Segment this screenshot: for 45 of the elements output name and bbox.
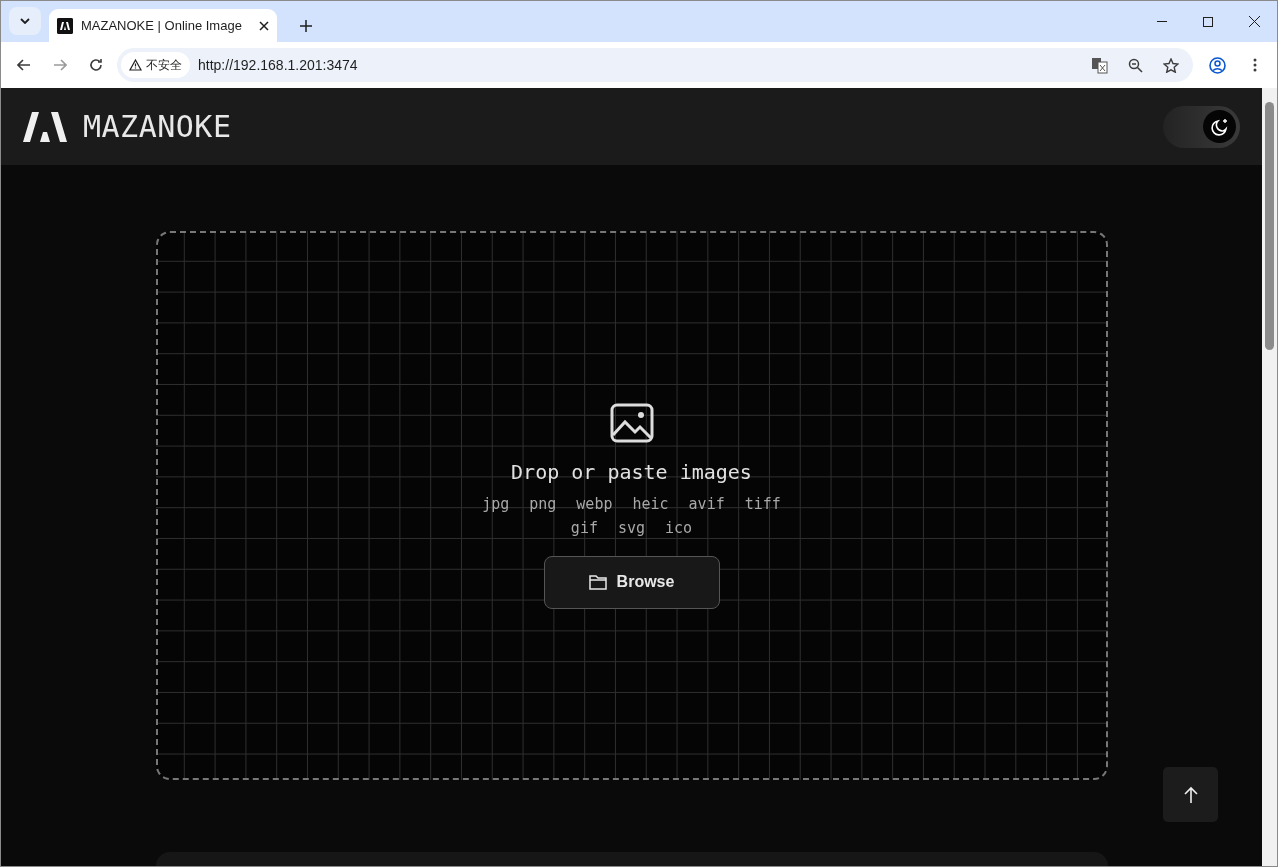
tab-title: MAZANOKE | Online Image — [81, 16, 242, 35]
more-vertical-icon — [1253, 58, 1257, 72]
moon-icon — [1210, 117, 1229, 136]
chevron-down-icon — [20, 18, 30, 24]
dropzone-title: Drop or paste images — [511, 458, 752, 486]
reload-icon — [89, 58, 103, 72]
close-tab-button[interactable] — [259, 20, 269, 31]
browse-button[interactable]: Browse — [543, 555, 720, 609]
app-logo-text: MAZANOKE — [83, 108, 232, 146]
url-text: http://192.168.1.201:3474 — [198, 55, 359, 75]
arrow-left-icon — [17, 59, 31, 71]
close-icon — [259, 20, 269, 31]
close-icon — [1248, 16, 1260, 27]
format-label: png — [529, 493, 557, 515]
folder-icon — [588, 574, 607, 590]
format-label: avif — [688, 493, 725, 515]
scrollbar-thumb[interactable] — [1265, 102, 1274, 350]
format-label: heic — [632, 493, 669, 515]
star-icon — [1163, 57, 1179, 73]
format-label: jpg — [482, 493, 510, 515]
site-favicon-icon — [57, 17, 73, 34]
format-label: gif — [570, 518, 598, 539]
tab-list-button[interactable] — [9, 7, 41, 35]
zoom-out-icon — [1127, 57, 1143, 73]
browser-tab[interactable]: MAZANOKE | Online Image — [49, 9, 277, 42]
format-label: svg — [617, 518, 646, 539]
plus-icon — [300, 19, 312, 32]
address-bar[interactable]: 不安全 http://192.168.1.201:3474 — [117, 48, 1193, 82]
image-icon — [609, 402, 654, 443]
maximize-icon — [1203, 16, 1213, 27]
translate-icon — [1090, 56, 1108, 74]
minimize-icon — [1157, 21, 1167, 22]
scrollbar[interactable] — [1262, 88, 1277, 866]
format-label: ico — [665, 518, 693, 539]
security-chip[interactable]: 不安全 — [121, 52, 190, 78]
dropzone[interactable]: Drop or paste images jpg png webp heic avif tiff gif svg ico Browse — [155, 231, 1108, 780]
arrow-right-icon — [53, 59, 67, 71]
format-label: tiff — [744, 493, 781, 515]
arrow-up-icon — [1183, 786, 1198, 803]
scroll-to-top-button[interactable] — [1163, 767, 1218, 822]
logo-icon — [23, 111, 67, 142]
warning-icon — [129, 59, 142, 71]
profile-icon — [1208, 56, 1226, 74]
format-label: webp — [576, 493, 613, 515]
theme-toggle[interactable] — [1163, 105, 1240, 148]
